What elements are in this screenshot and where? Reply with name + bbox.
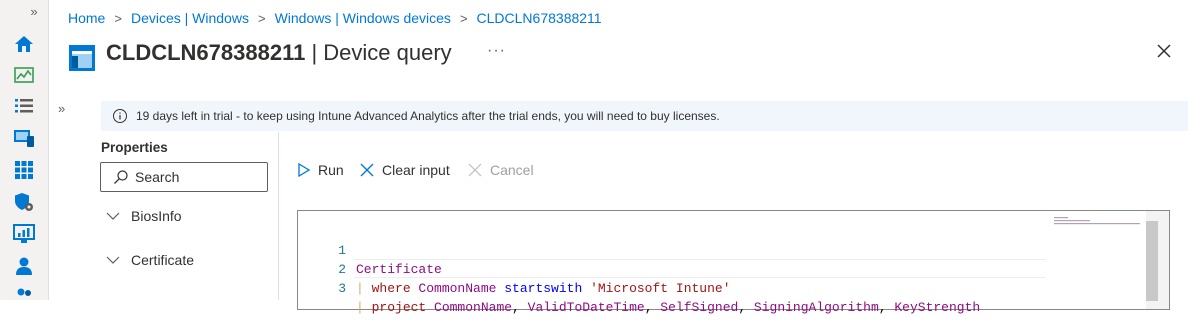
current-line-highlight: [354, 259, 1046, 278]
apps-icon[interactable]: [12, 158, 36, 182]
tree-item-certificate[interactable]: Certificate: [106, 250, 194, 270]
code-keyword: where: [371, 281, 419, 296]
chevron-right-icon: >: [459, 10, 468, 26]
editor-minimap[interactable]: [1052, 215, 1142, 235]
close-icon: [360, 163, 374, 177]
properties-search-input[interactable]: [100, 162, 268, 192]
code-comma: ,: [644, 300, 661, 315]
run-button[interactable]: Run: [297, 160, 344, 180]
breadcrumb-home[interactable]: Home: [68, 10, 105, 26]
code-line: 2 | where CommonName startswith 'Microso…: [298, 241, 730, 296]
line-number: 3: [338, 281, 346, 296]
chevron-down-icon: [106, 256, 120, 264]
code-operator: startswith: [504, 281, 591, 296]
chevron-down-icon: [106, 212, 120, 220]
home-icon[interactable]: [12, 32, 36, 56]
breadcrumb-devices-windows[interactable]: Devices | Windows: [131, 10, 249, 26]
breadcrumb-device[interactable]: CLDCLN678388211: [477, 10, 602, 26]
close-icon[interactable]: [1154, 41, 1174, 61]
cancel-label: Cancel: [490, 162, 534, 178]
code-line: 1 Certificate: [298, 222, 442, 277]
page-subtitle: | Device query: [305, 40, 452, 65]
page-title: CLDCLN678388211 | Device query: [106, 38, 452, 68]
breadcrumb-windows-devices[interactable]: Windows | Windows devices: [275, 10, 451, 26]
chevron-right-icon: >: [114, 10, 122, 26]
code-column: CommonName: [434, 300, 513, 315]
users-icon[interactable]: [12, 254, 36, 278]
expand-panel-icon[interactable]: »: [58, 101, 65, 116]
tree-item-biosinfo[interactable]: BiosInfo: [106, 206, 182, 226]
play-icon: [298, 163, 311, 177]
code-column: SigningAlgorithm: [753, 300, 879, 315]
editor-scrollbar-thumb[interactable]: [1146, 221, 1158, 301]
code-table-name: Certificate: [356, 262, 442, 277]
all-services-icon[interactable]: [12, 94, 36, 118]
code-comma: ,: [512, 300, 528, 315]
query-editor[interactable]: 1 Certificate 2 | where CommonName start…: [297, 210, 1170, 315]
chevron-right-icon: >: [257, 10, 266, 26]
code-column: ValidToDateTime: [527, 300, 645, 315]
line-number: 2: [338, 262, 346, 277]
panel-divider: [278, 132, 279, 300]
code-comma: ,: [878, 300, 895, 315]
device-name: CLDCLN678388211: [106, 40, 306, 65]
clear-input-button[interactable]: Clear input: [359, 160, 450, 180]
tree-item-label: Certificate: [131, 252, 195, 268]
code-keyword: project: [371, 300, 435, 315]
expand-nav-icon[interactable]: »: [26, 4, 42, 20]
code-comma: ,: [738, 300, 754, 315]
code-line: 3 | project CommonName, ValidToDateTime,…: [298, 260, 980, 315]
line-number: 1: [338, 243, 346, 258]
groups-icon[interactable]: [12, 284, 36, 308]
breadcrumb: Home > Devices | Windows > Windows | Win…: [68, 9, 602, 27]
tree-item-label: BiosInfo: [131, 208, 182, 224]
endpoint-security-icon[interactable]: [12, 190, 36, 214]
clear-input-label: Clear input: [382, 162, 450, 178]
search-field[interactable]: [135, 169, 255, 185]
info-icon: [113, 109, 127, 123]
dashboard-icon[interactable]: [12, 63, 36, 87]
close-icon: [468, 163, 482, 177]
code-pipe: |: [356, 300, 372, 315]
trial-banner: 19 days left in trial - to keep using In…: [101, 101, 1188, 131]
code-column: SelfSigned: [660, 300, 739, 315]
left-nav-rail: »: [0, 0, 49, 300]
code-column: CommonName: [418, 281, 505, 296]
devices-icon[interactable]: [12, 126, 36, 150]
reports-icon[interactable]: [12, 222, 36, 246]
code-string: 'Microsoft Intune': [590, 281, 731, 296]
code-column: KeyStrength: [894, 300, 981, 315]
device-window-icon: [68, 44, 96, 72]
run-label: Run: [318, 162, 344, 178]
banner-text: 19 days left in trial - to keep using In…: [136, 109, 720, 123]
more-options-button[interactable]: ···: [487, 42, 506, 60]
properties-heading: Properties: [101, 140, 168, 155]
cancel-button[interactable]: Cancel: [467, 160, 534, 180]
code-pipe: |: [356, 281, 372, 296]
search-icon: [114, 170, 128, 184]
